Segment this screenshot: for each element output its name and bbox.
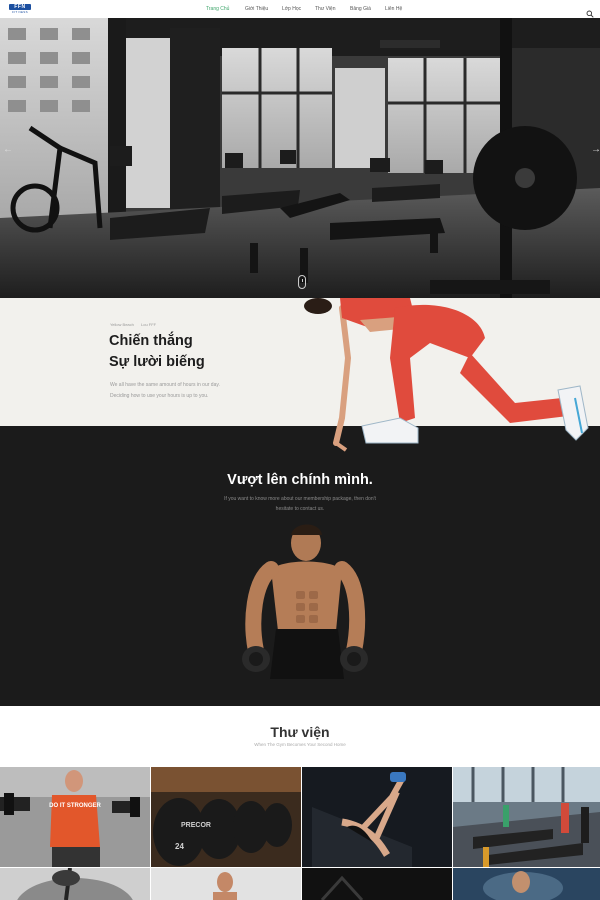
gallery-photo-weight-plates[interactable]: PRECOR 24 (151, 767, 301, 867)
promo-section: Vượt lên chính mình. If you want to know… (0, 426, 600, 706)
gallery-photo-ropes[interactable] (0, 868, 150, 900)
plate-brand-text: PRECOR (181, 822, 211, 829)
hero-slider: ← → (0, 18, 600, 298)
gallery-photo-leg-press[interactable] (302, 767, 452, 867)
brand-logo[interactable]: FFN FIT NESS (9, 4, 31, 14)
slogan-desc-line2: Deciding how to use your hours is up to … (110, 393, 209, 399)
nav-item-home[interactable]: Trang Chủ (206, 6, 245, 12)
promo-subtext: If you want to know more about our membe… (190, 494, 410, 514)
slogan-description: We all have the same amount of hours in … (110, 380, 310, 402)
gallery-subtitle: When The Gym Becomes Your Second Home (254, 742, 346, 747)
gallery-header: Thư viện When The Gym Becomes Your Secon… (0, 706, 600, 767)
nav-item-about[interactable]: Giới Thiệu (245, 6, 282, 12)
main-nav: Trang Chủ Giới Thiệu Lớp Học Thư Viện Bả… (206, 0, 415, 18)
search-icon[interactable] (586, 5, 594, 18)
promo-subtext-line1: If you want to know more about our membe… (224, 496, 376, 502)
shirt-text: DO IT STRONGER (49, 803, 101, 809)
slogan-desc-line1: We all have the same amount of hours in … (110, 382, 220, 388)
gallery-photo-treadmill-room[interactable] (453, 767, 600, 867)
nav-item-gallery[interactable]: Thư Viện (315, 6, 350, 12)
slider-next-arrow[interactable]: → (590, 144, 600, 156)
bodybuilder-image (242, 524, 368, 679)
nav-item-pricing[interactable]: Bảng Giá (350, 6, 385, 12)
nav-item-contact[interactable]: Liên Hệ (385, 6, 415, 12)
slider-prev-arrow[interactable]: ← (2, 144, 14, 156)
gallery-grid: DO IT STRONGER PRECOR 24 (0, 767, 600, 900)
gallery-photo-trainer[interactable] (151, 868, 301, 900)
hero-gym-image (0, 18, 600, 298)
scroll-down-indicator[interactable] (298, 275, 306, 289)
slogan-heading: Chiến thắng Sự lười biếng (109, 331, 205, 373)
slogan-heading-line1: Chiến thắng (109, 333, 193, 349)
nav-item-classes[interactable]: Lớp Học (282, 6, 315, 12)
plate-weight-text: 24 (175, 842, 184, 851)
breadcrumb: Yellow Beach Lou FFF (110, 322, 162, 327)
gallery-heading: Thư viện (270, 724, 330, 740)
breadcrumb-item[interactable]: Lou FFF (141, 322, 156, 327)
promo-heading: Vượt lên chính mình. (227, 472, 373, 488)
runner-athlete-image (304, 298, 589, 452)
gallery-photo-dark-workout[interactable] (302, 868, 452, 900)
gallery-photo-dumbbell-curl[interactable]: DO IT STRONGER (0, 767, 150, 867)
promo-subtext-line2: hesitate to contact us. (275, 506, 325, 512)
logo-subtext: FIT NESS (12, 10, 28, 14)
slogan-heading-line2: Sự lười biếng (109, 354, 205, 370)
gallery-photo-smoke-athlete[interactable] (453, 868, 600, 900)
breadcrumb-item[interactable]: Yellow Beach (110, 322, 134, 327)
top-header: FFN FIT NESS Trang Chủ Giới Thiệu Lớp Họ… (0, 0, 600, 18)
